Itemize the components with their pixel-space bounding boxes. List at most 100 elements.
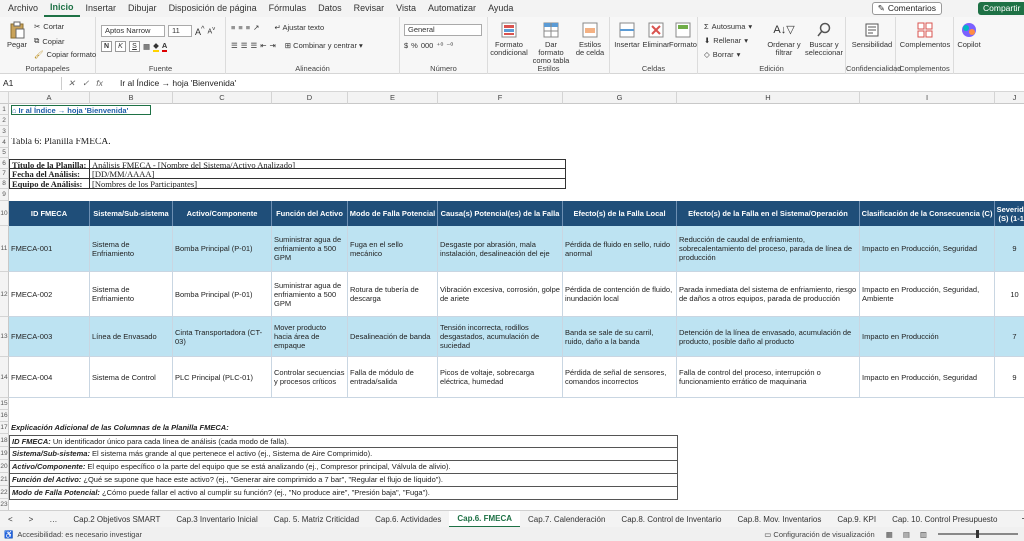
explanation-row[interactable]: ID FMECA: Un identificador único para ca… (9, 435, 678, 448)
accessibility-status[interactable]: Accesibilidad: es necesario investigar (17, 530, 142, 539)
tab-scroll-left-icon[interactable]: < (0, 512, 21, 527)
menu-f-rmulas[interactable]: Fórmulas (263, 0, 313, 17)
formula-input[interactable]: Ir al Índice → hoja 'Bienvenida' (112, 78, 236, 88)
select-all-corner[interactable] (0, 92, 9, 104)
row-header[interactable]: 17 (0, 422, 9, 434)
comments-button[interactable]: ✎ Comentarios (871, 2, 942, 15)
shrink-font-icon[interactable]: Av (208, 26, 216, 35)
sort-filter-button[interactable]: A↓▽ Ordenar y filtrar (766, 21, 802, 57)
table-header-cell[interactable]: Efecto(s) de la Falla en el Sistema/Oper… (677, 201, 860, 226)
row-header[interactable]: 18 (0, 434, 9, 447)
normal-view-icon[interactable]: ▦ (881, 530, 898, 539)
table-cell[interactable]: Reducción de caudal de enfriamiento, sob… (677, 226, 860, 272)
copy-button[interactable]: ⧉ Copiar (34, 36, 64, 46)
table-cell[interactable]: Sistema de Enfriamiento (90, 272, 173, 317)
table-cell[interactable]: FMECA-004 (9, 357, 90, 398)
table-header-cell[interactable]: Efecto(s) de la Falla Local (563, 201, 677, 226)
table-cell[interactable]: 7 (995, 317, 1024, 357)
sheet-tab[interactable]: Cap. 10. Control Presupuesto (884, 512, 1005, 527)
row-header[interactable]: 22 (0, 486, 9, 499)
sheet-tab[interactable]: Cap.8. Mov. Inventarios (729, 512, 829, 527)
table-cell[interactable]: 9 (995, 357, 1024, 398)
table-cell[interactable]: PLC Principal (PLC-01) (173, 357, 272, 398)
enter-icon[interactable]: ✓ (82, 78, 89, 89)
insert-button[interactable]: Insertar (614, 21, 640, 49)
menu-inicio[interactable]: Inicio (44, 0, 80, 17)
row-header[interactable]: 14 (0, 357, 9, 398)
table-cell[interactable]: Controlar secuencias y procesos críticos (272, 357, 348, 398)
explanation-row[interactable]: Activo/Componente: El equipo específico … (9, 461, 678, 474)
format-button[interactable]: Formato (669, 21, 697, 49)
sensitivity-button[interactable]: Sensibilidad (850, 21, 894, 49)
currency-icon[interactable]: $ (404, 41, 408, 50)
format-painter-button[interactable]: 🖌 Copiar formato (34, 50, 96, 59)
align-top-icon[interactable]: ≡ (231, 23, 235, 32)
menu-datos[interactable]: Datos (312, 0, 348, 17)
row-header[interactable]: 9 (0, 189, 9, 201)
column-header-C[interactable]: C (173, 92, 272, 104)
italic-button[interactable]: K (115, 41, 126, 52)
align-left-icon[interactable]: ☰ (231, 41, 238, 50)
table-cell[interactable]: Desalineación de banda (348, 317, 438, 357)
name-box[interactable]: A1 (0, 76, 62, 90)
row-header[interactable]: 16 (0, 410, 9, 422)
table-cell[interactable]: Fuga en el sello mecánico (348, 226, 438, 272)
column-header-A[interactable]: A (9, 92, 90, 104)
column-header-F[interactable]: F (438, 92, 563, 104)
table-cell[interactable]: Impacto en Producción (860, 317, 995, 357)
table-cell[interactable]: Bomba Principal (P-01) (173, 226, 272, 272)
table-cell[interactable]: FMECA-003 (9, 317, 90, 357)
column-header-J[interactable]: J (995, 92, 1024, 104)
sheet-tab[interactable]: Cap.7. Calenderación (520, 512, 613, 527)
merge-center-button[interactable]: ⊞ Combinar y centrar ▾ (285, 41, 363, 50)
add-sheet-icon[interactable]: + (1013, 512, 1024, 527)
table-cell[interactable]: Rotura de tubería de descarga (348, 272, 438, 317)
table-cell[interactable]: 9 (995, 226, 1024, 272)
info-value[interactable]: [Nombres de los Participantes] (90, 179, 566, 189)
sheet-tab[interactable]: Cap. 5. Matriz Criticidad (266, 512, 367, 527)
table-cell[interactable]: Bomba Principal (P-01) (173, 272, 272, 317)
row-header[interactable]: 6 (0, 158, 9, 169)
table-cell[interactable]: Sistema de Control (90, 357, 173, 398)
tab-scroll-right-icon[interactable]: > (21, 512, 42, 527)
fx-icon[interactable]: fx (96, 78, 103, 89)
table-cell[interactable]: Vibración excesiva, corrosión, golpe de … (438, 272, 563, 317)
menu-insertar[interactable]: Insertar (80, 0, 123, 17)
menu-automatizar[interactable]: Automatizar (422, 0, 482, 17)
row-header[interactable]: 12 (0, 272, 9, 317)
table-header-cell[interactable]: Clasificación de la Consecuencia (C) (860, 201, 995, 226)
table-header-cell[interactable]: ID FMECA (9, 201, 90, 226)
orientation-icon[interactable]: ↗ (253, 23, 259, 32)
cancel-icon[interactable]: ✕ (68, 78, 75, 89)
menu-ayuda[interactable]: Ayuda (482, 0, 519, 17)
paste-button[interactable]: Pegar (6, 21, 28, 49)
row-header[interactable]: 10 (0, 201, 9, 226)
column-header-G[interactable]: G (563, 92, 677, 104)
table-cell[interactable]: Detención de la línea de envasado, acumu… (677, 317, 860, 357)
table-cell[interactable]: Tensión incorrecta, rodillos desgastados… (438, 317, 563, 357)
row-header[interactable]: 11 (0, 226, 9, 272)
align-center-icon[interactable]: ☰ (241, 41, 248, 50)
increase-decimal-icon[interactable]: ⁺⁰ (436, 41, 443, 50)
table-cell[interactable]: Línea de Envasado (90, 317, 173, 357)
more-tabs-icon[interactable]: … (41, 512, 65, 527)
menu-dibujar[interactable]: Dibujar (122, 0, 163, 17)
table-header-cell[interactable]: Activo/Componente (173, 201, 272, 226)
table-cell[interactable]: Desgaste por abrasión, mala instalación,… (438, 226, 563, 272)
bold-button[interactable]: N (101, 41, 112, 52)
column-header-B[interactable]: B (90, 92, 173, 104)
outdent-icon[interactable]: ⇥ (270, 41, 276, 50)
explanation-row[interactable]: Función del Activo: ¿Qué se supone que h… (9, 474, 678, 487)
table-cell[interactable]: Suministrar agua de enfriamiento a 500 G… (272, 226, 348, 272)
table-header-cell[interactable]: Modo de Falla Potencial (348, 201, 438, 226)
table-cell[interactable]: Pérdida de contención de fluido, inundac… (563, 272, 677, 317)
sheet-tab[interactable]: Cap.8. Control de Inventario (613, 512, 729, 527)
font-size-select[interactable]: 11 (168, 24, 192, 37)
menu-disposici-n-de-p-gina[interactable]: Disposición de página (163, 0, 263, 17)
row-header[interactable]: 1 (0, 104, 9, 115)
info-value[interactable]: [DD/MM/AAAA] (90, 169, 566, 179)
table-header-cell[interactable]: Severidad (S) (1-10) (995, 201, 1024, 226)
table-header-cell[interactable]: Función del Activo (272, 201, 348, 226)
sheet-tab[interactable]: Cap.6. Actividades (367, 512, 449, 527)
back-to-index-link[interactable]: ⌂ Ir al Índice → hoja 'Bienvenida' (11, 105, 151, 115)
